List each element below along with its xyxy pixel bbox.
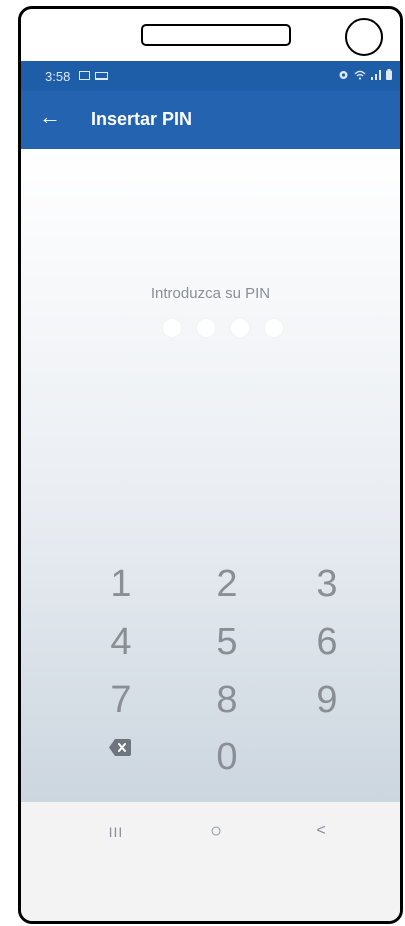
key-7[interactable]: 7: [91, 677, 151, 723]
status-time: 3:58: [45, 69, 71, 84]
phone-frame: 3:58 ← Insertar PIN Introduzca su PIN 1 …: [18, 6, 403, 924]
pin-entry-area: Introduzca su PIN 1 2 3 4 5 6 7 8 9 0: [21, 149, 400, 802]
page-title: Insertar PIN: [91, 109, 193, 129]
pin-dot: [265, 319, 283, 337]
system-nav-bar: III ○ <: [21, 802, 400, 921]
key-6[interactable]: 6: [297, 619, 357, 665]
wifi-icon: [354, 70, 366, 80]
key-1[interactable]: 1: [91, 561, 151, 607]
recent-apps-button[interactable]: III: [96, 824, 136, 840]
screen-cast-icon: [95, 72, 108, 80]
pin-dots: [163, 319, 283, 337]
speaker-grille: [141, 24, 291, 46]
phone-top-bezel: [21, 9, 400, 61]
key-8[interactable]: 8: [197, 677, 257, 723]
key-3[interactable]: 3: [297, 561, 357, 607]
key-2[interactable]: 2: [197, 561, 257, 607]
pin-prompt: Introduzca su PIN: [150, 285, 271, 302]
signal-icon: [371, 69, 381, 80]
alarm-icon: [339, 71, 348, 79]
gallery-notification-icon: [79, 71, 90, 80]
key-0[interactable]: 0: [197, 734, 257, 780]
pin-dot: [197, 319, 215, 337]
pin-dot: [163, 319, 181, 337]
home-button[interactable]: ○: [196, 820, 236, 843]
pin-dot: [231, 319, 249, 337]
key-9[interactable]: 9: [297, 677, 357, 723]
battery-icon: [386, 69, 392, 80]
key-4[interactable]: 4: [91, 619, 151, 665]
backspace-icon[interactable]: [109, 739, 131, 756]
back-arrow-icon[interactable]: ←: [39, 104, 61, 130]
status-bar: 3:58: [21, 61, 400, 91]
app-bar: ← Insertar PIN: [21, 91, 400, 149]
front-camera: [345, 18, 383, 56]
key-5[interactable]: 5: [197, 619, 257, 665]
system-back-button[interactable]: <: [301, 822, 341, 840]
